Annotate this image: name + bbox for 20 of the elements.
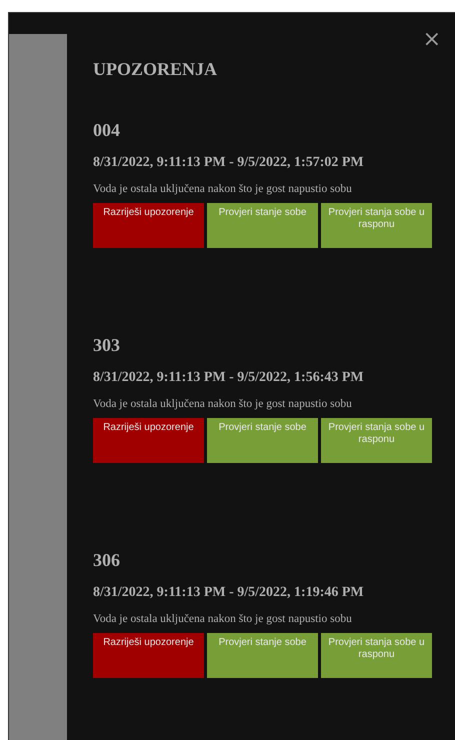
room-number: 004: [93, 120, 121, 141]
close-button[interactable]: ×: [422, 29, 441, 51]
check-button[interactable]: Provjeri stanje sobe: [207, 633, 318, 678]
alert-period: 8/31/2022, 9:11:13 PM - 9/5/2022, 1:56:43 PM: [93, 370, 365, 386]
alert-message: Voda je ostala uključena nakon što je gost napustio sobu: [93, 183, 353, 195]
check-button[interactable]: Provjeri stanja sobe u rasponu: [321, 418, 432, 463]
resolve-button[interactable]: Razriješi upozorenje: [93, 633, 204, 678]
alert-period: 8/31/2022, 9:11:13 PM - 9/5/2022, 1:19:46 PM: [93, 585, 365, 601]
resolve-button[interactable]: Razriješi upozorenje: [93, 418, 204, 463]
room-number: 303: [93, 335, 121, 356]
alert-period: 8/31/2022, 9:11:13 PM - 9/5/2022, 1:57:02 PM: [93, 155, 365, 171]
check-button[interactable]: Provjeri stanje sobe: [207, 203, 318, 248]
alert-message: Voda je ostala uključena nakon što je gost napustio sobu: [93, 398, 353, 410]
room-number: 306: [93, 550, 121, 571]
check-button[interactable]: Provjeri stanje sobe: [207, 418, 318, 463]
check-button[interactable]: Provjeri stanja sobe u rasponu: [321, 633, 432, 678]
check-button[interactable]: Provjeri stanja sobe u rasponu: [321, 203, 432, 248]
dialog-title: UPOZORENJA: [93, 59, 218, 80]
alert-message: Voda je ostala uključena nakon što je gost napustio sobu: [93, 613, 353, 625]
resolve-button[interactable]: Razriješi upozorenje: [93, 203, 204, 248]
